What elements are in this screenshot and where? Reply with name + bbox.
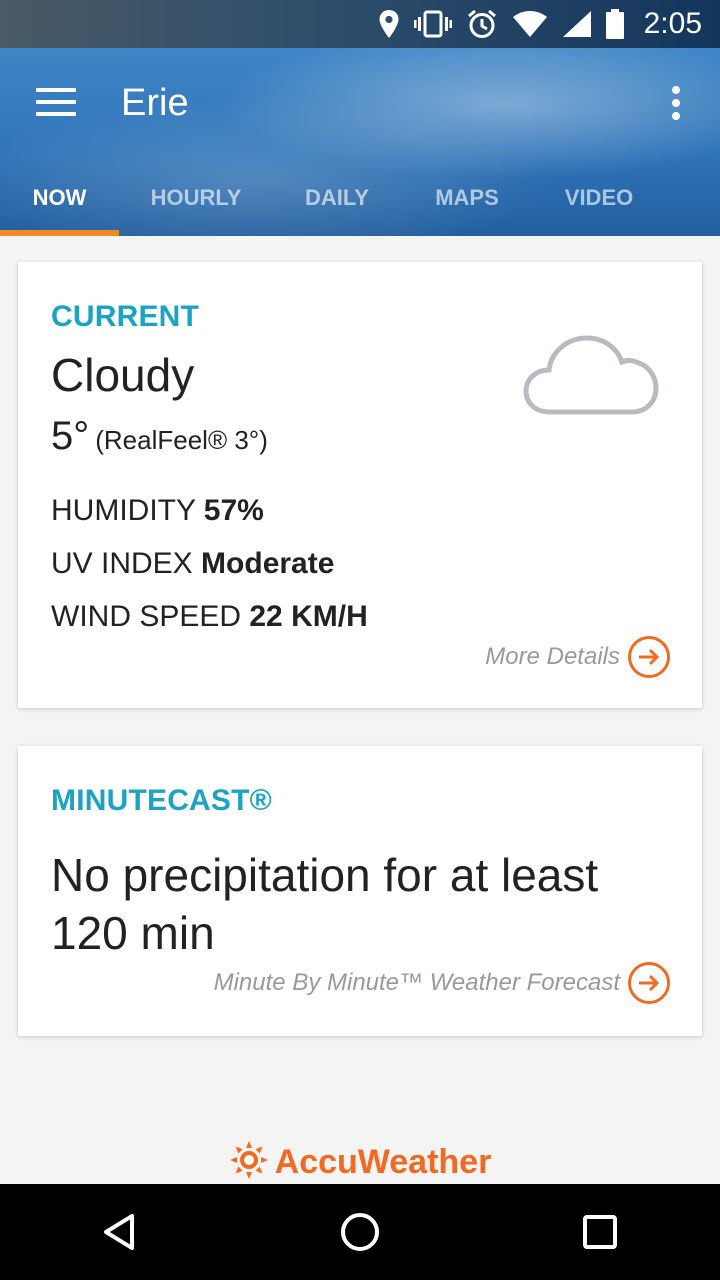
minutecast-section-label: MINUTECAST® (51, 784, 272, 817)
arrow-right-icon[interactable] (628, 636, 670, 678)
cloud-icon (522, 332, 660, 421)
condition-text: Cloudy (51, 349, 195, 401)
tab-video[interactable]: VIDEO (533, 160, 665, 236)
temperature-value: 5° (51, 414, 90, 458)
back-icon[interactable] (80, 1192, 160, 1272)
tab-now[interactable]: NOW (0, 160, 119, 236)
system-navigation-bar (0, 1184, 720, 1280)
status-bar: 2:05 (0, 0, 720, 48)
location-icon (378, 9, 400, 39)
menu-icon[interactable] (36, 88, 76, 118)
vibrate-icon (413, 10, 452, 38)
humidity-row: HUMIDITY 57% (51, 494, 264, 528)
alarm-icon (466, 8, 498, 40)
arrow-right-icon[interactable] (628, 962, 670, 1004)
current-conditions-card[interactable]: CURRENT Cloudy 5° (RealFeel® 3°) HUMIDITY… (18, 262, 702, 708)
tab-bar: NOW HOURLY DAILY MAPS VIDEO (0, 160, 720, 236)
overflow-menu-icon[interactable] (672, 86, 682, 120)
wind-speed-label: WIND SPEED (51, 600, 242, 633)
home-icon[interactable] (320, 1192, 400, 1272)
minutecast-summary: No precipitation for at least 120 min (51, 849, 599, 959)
realfeel-value: (RealFeel® 3°) (95, 425, 268, 455)
temperature: 5° (RealFeel® 3°) (51, 414, 268, 459)
uv-index-value: Moderate (201, 547, 335, 580)
minute-forecast-link[interactable]: Minute By Minute™ Weather Forecast (214, 962, 670, 1004)
humidity-label: HUMIDITY (51, 494, 196, 527)
minutecast-card[interactable]: MINUTECAST® No precipitation for at leas… (18, 746, 702, 1036)
humidity-value: 57% (203, 494, 264, 527)
clock-time: 2:05 (643, 7, 702, 40)
minute-forecast-label: Minute By Minute™ Weather Forecast (213, 969, 620, 996)
battery-icon (605, 9, 624, 39)
tab-maps[interactable]: MAPS (401, 160, 533, 236)
wifi-icon (512, 10, 548, 38)
more-details-link[interactable]: More Details (485, 636, 670, 678)
wind-speed-row: WIND SPEED 22 KM/H (51, 600, 368, 634)
more-details-label: More Details (485, 643, 620, 670)
signal-icon (562, 10, 592, 38)
current-section-label: CURRENT (51, 300, 200, 333)
uv-index-label: UV INDEX (51, 547, 193, 580)
uv-index-row: UV INDEX Moderate (51, 547, 334, 581)
accuweather-logo: AccuWeather (0, 1140, 720, 1185)
app-header: Erie NOW HOURLY DAILY MAPS VIDEO (0, 48, 720, 236)
sun-logo-icon (229, 1140, 269, 1185)
tab-daily[interactable]: DAILY (273, 160, 401, 236)
brand-name: AccuWeather (274, 1143, 492, 1181)
recents-icon[interactable] (560, 1192, 640, 1272)
tab-hourly[interactable]: HOURLY (119, 160, 273, 236)
city-title: Erie (121, 82, 189, 124)
wind-speed-value: 22 KM/H (249, 600, 368, 633)
